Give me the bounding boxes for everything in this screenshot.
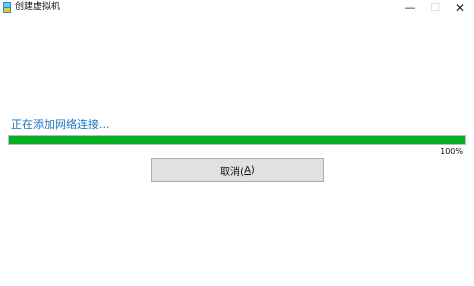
create-vm-dialog: 创建虚拟机 — ☐ ✕ 正在添加网络连接... 100% 取消(A) xyxy=(0,0,474,286)
cancel-button-label-suffix: ) xyxy=(250,164,255,176)
cancel-button-accelerator: A xyxy=(244,164,251,176)
cancel-button[interactable]: 取消(A) xyxy=(151,158,324,182)
status-message: 正在添加网络连接... xyxy=(11,118,110,131)
progress-bar xyxy=(8,135,466,145)
vm-app-icon xyxy=(3,2,11,13)
window-title: 创建虚拟机 xyxy=(15,2,61,12)
progress-percent-label: 100% xyxy=(440,147,463,156)
cancel-button-label: 取消( xyxy=(220,166,245,178)
minimize-icon[interactable]: — xyxy=(396,0,424,16)
title-bar[interactable]: 创建虚拟机 — ☐ ✕ xyxy=(0,0,474,16)
close-icon[interactable]: ✕ xyxy=(446,0,474,16)
progress-bar-fill xyxy=(9,136,465,144)
maximize-icon[interactable]: ☐ xyxy=(421,0,449,16)
